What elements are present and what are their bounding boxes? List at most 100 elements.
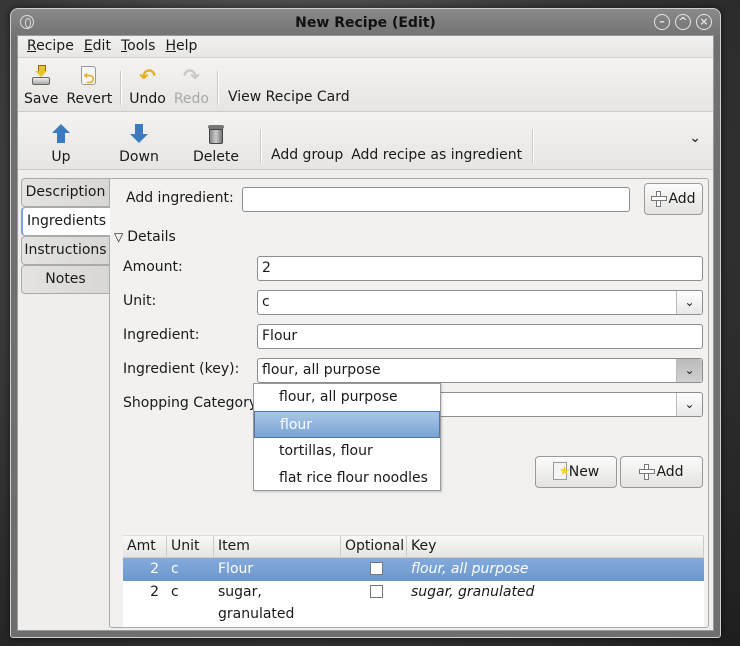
menu-tools[interactable]: Tools bbox=[116, 36, 161, 57]
cell-amt: 2 bbox=[150, 561, 159, 577]
new-button-label: New bbox=[568, 464, 600, 480]
add-details-button[interactable]: Add bbox=[620, 456, 703, 488]
ingredient-key-value: flour, all purpose bbox=[262, 362, 381, 378]
window-client-area: Recipe Edit Tools Help Save ⮌ Revert ↶ U… bbox=[17, 35, 714, 631]
tab-ingredients[interactable]: Ingredients bbox=[21, 207, 110, 236]
close-icon[interactable]: × bbox=[696, 14, 712, 30]
column-header-unit[interactable]: Unit bbox=[167, 536, 214, 557]
details-expander[interactable]: ▽ Details bbox=[114, 229, 176, 245]
revert-icon: ⮌ bbox=[78, 65, 100, 87]
cell-optional bbox=[341, 558, 407, 581]
menu-edit[interactable]: Edit bbox=[79, 36, 116, 57]
title-bar[interactable]: New Recipe (Edit) – ^ × bbox=[11, 9, 720, 35]
plus-icon bbox=[651, 191, 668, 207]
tab-notes[interactable]: Notes bbox=[21, 265, 109, 294]
unit-dropdown-chevron-icon[interactable]: ⌄ bbox=[676, 291, 702, 314]
add-ingredient-button-label: Add bbox=[668, 191, 696, 207]
column-header-key[interactable]: Key bbox=[407, 536, 704, 557]
down-label: Down bbox=[119, 149, 159, 165]
toolbar-separator bbox=[216, 71, 218, 105]
toolbar-overflow-chevron-icon[interactable]: ⌄ bbox=[689, 130, 701, 146]
trash-icon bbox=[205, 123, 227, 145]
view-recipe-card-button[interactable]: View Recipe Card bbox=[222, 89, 356, 111]
app-menu-icon[interactable] bbox=[20, 15, 34, 29]
toolbar-separator bbox=[532, 129, 534, 163]
revert-button[interactable]: ⮌ Revert bbox=[62, 58, 116, 111]
arrow-down-icon bbox=[128, 123, 150, 145]
table-row[interactable]: 2 c Flour flour, all purpose bbox=[123, 558, 704, 581]
tab-instructions[interactable]: Instructions bbox=[21, 236, 109, 265]
redo-button[interactable]: ↷ Redo bbox=[170, 58, 213, 111]
column-header-amt[interactable]: Amt bbox=[123, 536, 167, 557]
redo-icon: ↷ bbox=[183, 64, 200, 88]
details-label: Details bbox=[127, 229, 176, 245]
plus-icon bbox=[639, 464, 656, 480]
ingredient-input[interactable]: Flour bbox=[257, 324, 703, 349]
ingredient-toolbar: Up Down Delete Add group Add recipe as i… bbox=[18, 112, 713, 170]
menu-tools-label: ools bbox=[127, 38, 156, 54]
column-header-item[interactable]: Item bbox=[214, 536, 341, 557]
new-document-icon bbox=[552, 457, 570, 487]
menu-help-label: elp bbox=[175, 38, 198, 54]
recipe-editor-window: New Recipe (Edit) – ^ × Recipe Edit Tool… bbox=[10, 8, 721, 638]
unit-value: c bbox=[262, 294, 270, 310]
main-toolbar: Save ⮌ Revert ↶ Undo ↷ Redo View Recipe … bbox=[18, 58, 713, 112]
dropdown-option[interactable]: flat rice flour noodles bbox=[254, 465, 440, 492]
unit-label: Unit: bbox=[123, 293, 157, 309]
cell-unit: c bbox=[171, 561, 179, 577]
ingredient-key-label: Ingredient (key): bbox=[123, 361, 240, 377]
cell-key: sugar, granulated bbox=[411, 584, 535, 600]
ingredient-key-combo[interactable]: flour, all purpose ⌄ bbox=[257, 358, 703, 383]
undo-label: Undo bbox=[129, 91, 166, 107]
move-up-button[interactable]: Up bbox=[20, 112, 102, 169]
amount-input[interactable]: 2 bbox=[257, 256, 703, 281]
window-title: New Recipe (Edit) bbox=[295, 15, 436, 31]
undo-icon: ↶ bbox=[139, 64, 156, 88]
maximize-icon[interactable]: ^ bbox=[675, 14, 691, 30]
undo-button[interactable]: ↶ Undo bbox=[125, 58, 170, 111]
dropdown-option[interactable]: tortillas, flour bbox=[254, 438, 440, 465]
delete-label: Delete bbox=[193, 149, 239, 165]
up-label: Up bbox=[51, 149, 71, 165]
ingredient-key-dropdown-chevron-icon[interactable]: ⌄ bbox=[676, 359, 702, 382]
delete-button[interactable]: Delete bbox=[176, 112, 256, 169]
menu-edit-label: dit bbox=[92, 38, 111, 54]
cell-item: Flour bbox=[218, 561, 254, 577]
add-ingredient-input[interactable] bbox=[242, 187, 630, 212]
arrow-up-icon bbox=[50, 123, 72, 145]
add-group-button[interactable]: Add group bbox=[265, 147, 345, 169]
ingredient-key-dropdown-menu: flour, all purpose flour tortillas, flou… bbox=[253, 383, 441, 491]
optional-checkbox[interactable] bbox=[369, 562, 383, 575]
cell-unit: c bbox=[171, 584, 179, 600]
add-recipe-as-ingredient-button[interactable]: Add recipe as ingredient bbox=[345, 147, 528, 169]
cell-key: flour, all purpose bbox=[411, 561, 529, 577]
shopping-category-dropdown-chevron-icon[interactable]: ⌄ bbox=[676, 393, 702, 416]
column-header-optional[interactable]: Optional bbox=[341, 536, 407, 557]
minimize-icon[interactable]: – bbox=[654, 14, 670, 30]
ingredient-label: Ingredient: bbox=[123, 327, 200, 343]
save-button[interactable]: Save bbox=[20, 58, 62, 111]
dropdown-option-selected[interactable]: flour bbox=[254, 411, 440, 438]
ingredient-table[interactable]: Amt Unit Item Optional Key 2 c Flour flo… bbox=[123, 535, 704, 627]
toolbar-separator bbox=[260, 129, 261, 163]
menu-recipe[interactable]: Recipe bbox=[22, 36, 79, 57]
add-ingredient-label: Add ingredient: bbox=[126, 190, 234, 206]
menu-recipe-label: ecipe bbox=[36, 38, 74, 54]
add-details-button-label: Add bbox=[656, 464, 684, 480]
table-header: Amt Unit Item Optional Key bbox=[123, 536, 704, 558]
menu-help[interactable]: Help bbox=[160, 36, 202, 57]
unit-combo[interactable]: c ⌄ bbox=[257, 290, 703, 315]
tab-list: Description Ingredients Instructions Not… bbox=[21, 178, 110, 294]
cell-amt: 2 bbox=[150, 584, 159, 600]
optional-checkbox[interactable] bbox=[369, 585, 383, 598]
shopping-category-label: Shopping Category: bbox=[123, 395, 261, 411]
add-ingredient-button[interactable]: Add bbox=[644, 183, 703, 215]
tab-description[interactable]: Description bbox=[21, 178, 109, 207]
new-key-button[interactable]: New bbox=[535, 456, 617, 488]
cell-optional bbox=[341, 581, 407, 604]
dropdown-option[interactable]: flour, all purpose bbox=[254, 384, 440, 411]
table-row[interactable]: 2 c sugar, granulated sugar, granulated bbox=[123, 581, 704, 622]
move-down-button[interactable]: Down bbox=[102, 112, 176, 169]
expander-triangle-icon: ▽ bbox=[114, 230, 124, 244]
amount-label: Amount: bbox=[123, 259, 183, 275]
